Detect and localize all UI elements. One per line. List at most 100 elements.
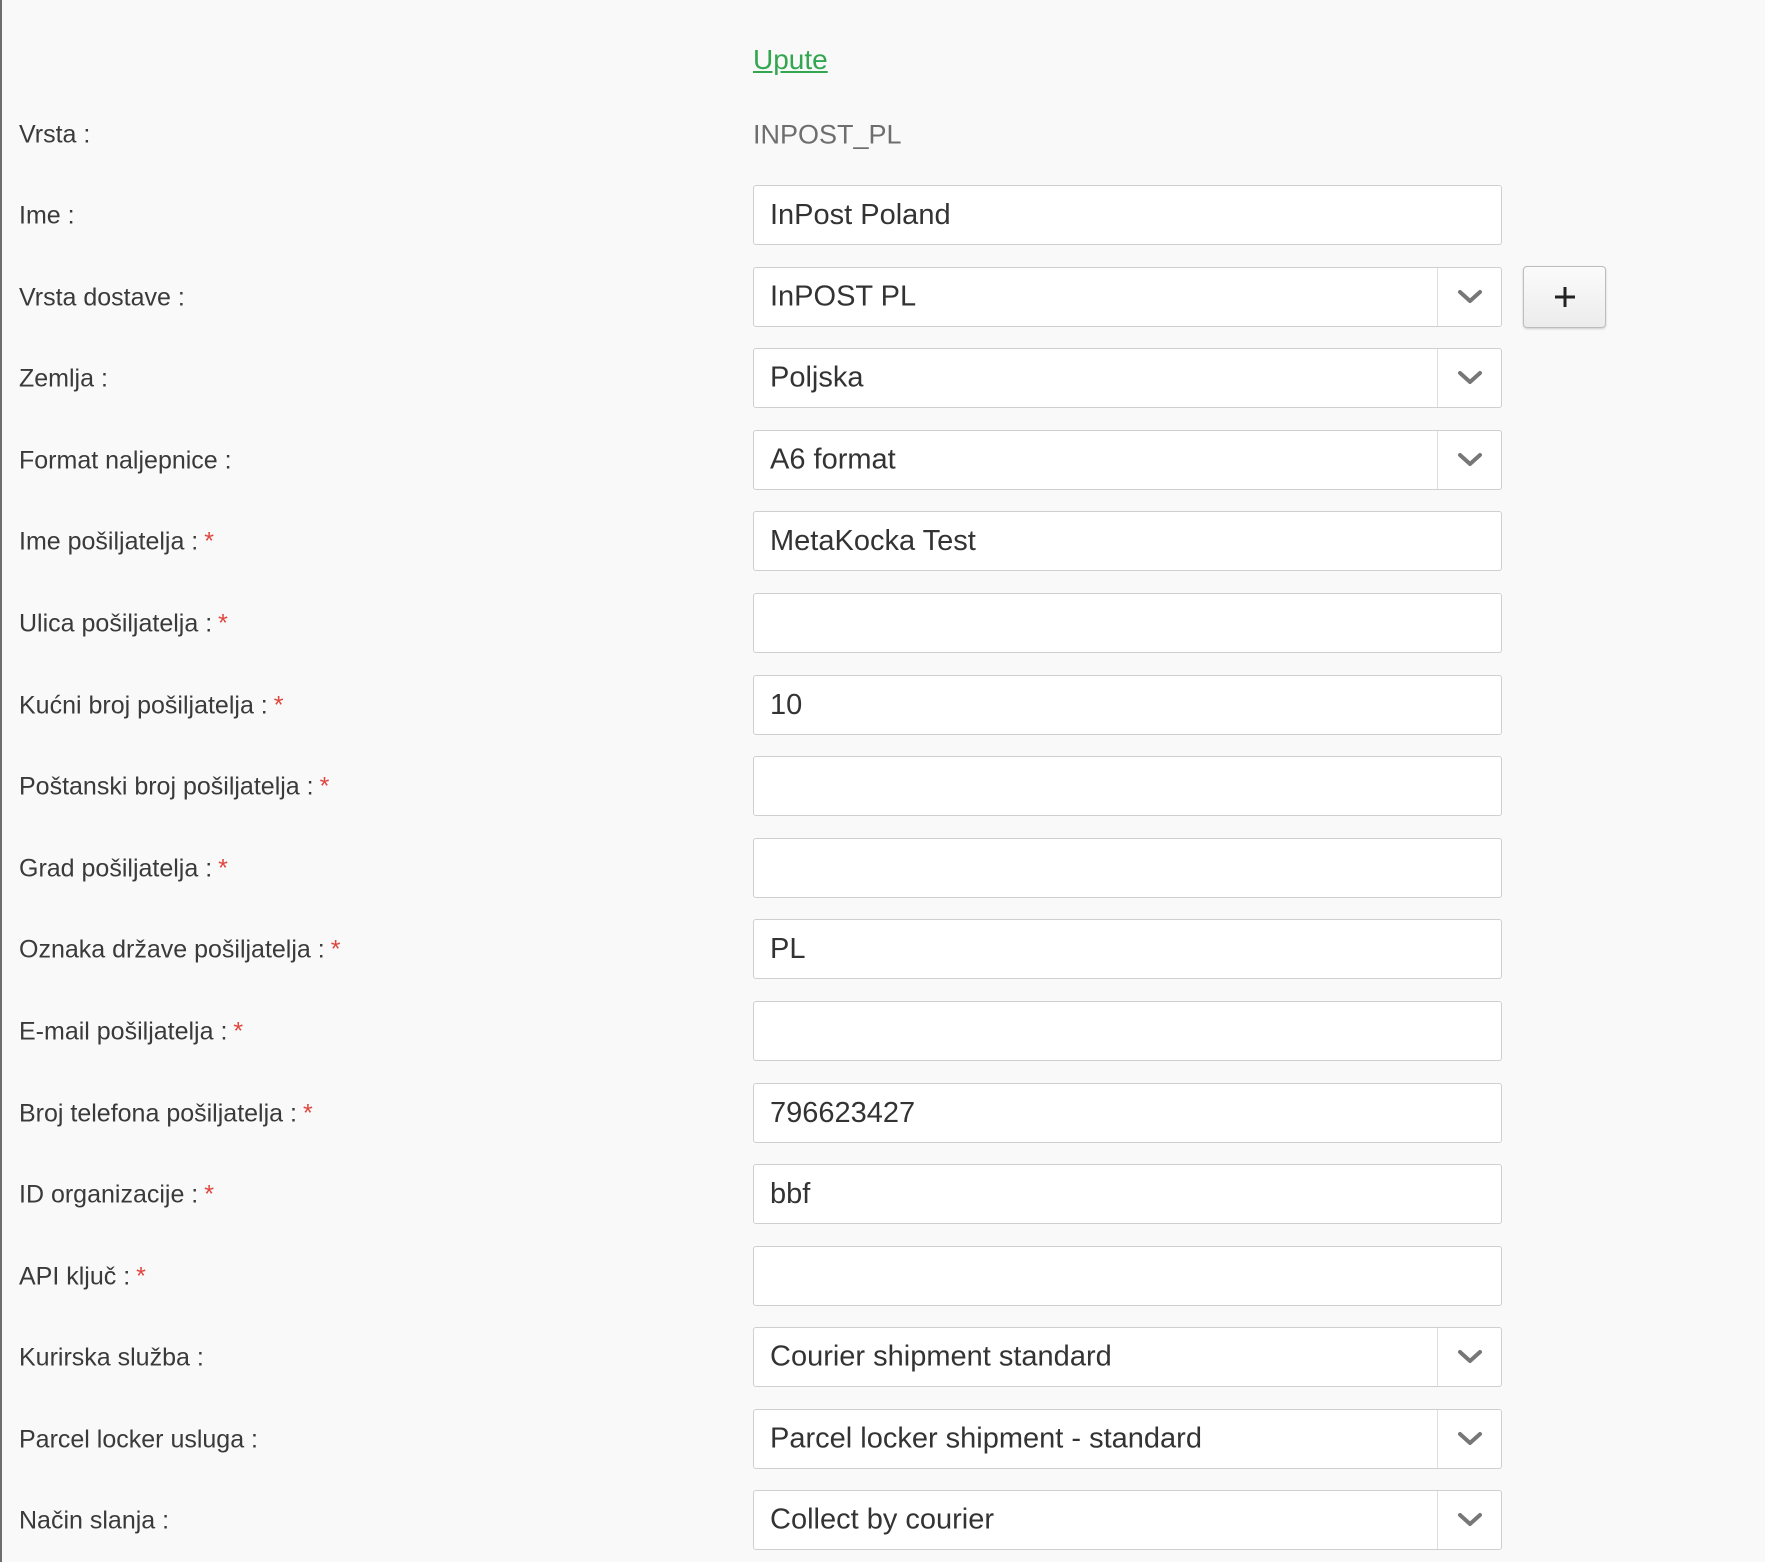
parcel-locker-dropdown-toggle[interactable]: [1437, 1410, 1501, 1468]
chevron-down-icon: [1457, 1513, 1482, 1526]
required-marker: *: [218, 609, 228, 638]
telefon-input[interactable]: [754, 1084, 1501, 1142]
vrsta-dostave-value: InPOST PL: [770, 280, 917, 313]
api-kljuc-label-text: API ključ :: [19, 1262, 131, 1291]
zemlja-select[interactable]: Poljska: [753, 348, 1502, 408]
format-naljepnice-value: A6 format: [770, 443, 896, 476]
oznaka-drzave-field-wrap: [753, 919, 1502, 979]
oznaka-drzave-label: Oznaka države pošiljatelja : *: [19, 936, 340, 965]
vrsta-dostave-select[interactable]: InPOST PL: [753, 267, 1502, 327]
id-organizacije-field-wrap: [753, 1164, 1502, 1224]
ulica-posiljatelja-label-text: Ulica pošiljatelja :: [19, 609, 213, 638]
kucni-broj-label: Kućni broj pošiljatelja : *: [19, 692, 283, 721]
oznaka-drzave-input[interactable]: [754, 920, 1501, 978]
telefon-field-wrap: [753, 1083, 1502, 1143]
required-marker: *: [273, 691, 284, 720]
ime-posiljatelja-input[interactable]: [754, 512, 1501, 570]
kurirska-sluzba-label: Kurirska služba :: [19, 1343, 204, 1372]
grad-input[interactable]: [754, 839, 1501, 897]
postanski-broj-field-wrap: [753, 756, 1502, 816]
ulica-posiljatelja-input[interactable]: [754, 594, 1501, 652]
row-postanski-broj: Poštanski broj pošiljatelja : *: [0, 756, 1765, 818]
required-marker: *: [302, 1099, 313, 1128]
zemlja-dropdown-toggle[interactable]: [1437, 349, 1501, 407]
grad-label: Grad pošiljatelja : *: [19, 855, 228, 884]
grad-label-text: Grad pošiljatelja :: [19, 854, 213, 883]
row-oznaka-drzave: Oznaka države pošiljatelja : *: [0, 919, 1765, 981]
nacin-slanja-label: Način slanja :: [19, 1506, 170, 1535]
row-parcel-locker: Parcel locker usluga : Parcel locker shi…: [0, 1409, 1765, 1471]
email-label-text: E-mail pošiljatelja :: [19, 1017, 228, 1046]
id-organizacije-label: ID organizacije : *: [19, 1181, 214, 1210]
parcel-locker-value: Parcel locker shipment - standard: [770, 1422, 1202, 1455]
format-naljepnice-select[interactable]: A6 format: [753, 430, 1502, 490]
required-marker: *: [204, 1180, 214, 1209]
format-naljepnice-dropdown-toggle[interactable]: [1437, 431, 1501, 489]
zemlja-value: Poljska: [770, 361, 864, 394]
postanski-broj-label-text: Poštanski broj pošiljatelja :: [19, 772, 314, 801]
kurirska-sluzba-select[interactable]: Courier shipment standard: [753, 1327, 1502, 1387]
chevron-down-icon: [1457, 453, 1482, 466]
chevron-down-icon: [1457, 371, 1482, 384]
ulica-posiljatelja-field-wrap: [753, 593, 1502, 653]
row-grad: Grad pošiljatelja : *: [0, 838, 1765, 900]
email-input[interactable]: [754, 1002, 1501, 1060]
chevron-down-icon: [1457, 1350, 1482, 1363]
nacin-slanja-dropdown-toggle[interactable]: [1437, 1491, 1501, 1549]
telefon-label-text: Broj telefona pošiljatelja :: [19, 1099, 297, 1128]
ulica-posiljatelja-label: Ulica pošiljatelja : *: [19, 610, 228, 639]
ime-input[interactable]: [754, 186, 1501, 244]
required-marker: *: [330, 935, 341, 964]
nacin-slanja-value: Collect by courier: [770, 1503, 995, 1536]
row-api-kljuc: API ključ : *: [0, 1246, 1765, 1308]
row-zemlja: Zemlja : Poljska: [0, 348, 1765, 410]
api-kljuc-label: API ključ : *: [19, 1263, 146, 1292]
parcel-locker-select[interactable]: Parcel locker shipment - standard: [753, 1409, 1502, 1469]
required-marker: *: [319, 772, 330, 801]
row-ime-posiljatelja: Ime pošiljatelja : *: [0, 511, 1765, 573]
vrsta-label: Vrsta :: [19, 120, 91, 149]
ime-posiljatelja-label-text: Ime pošiljatelja :: [19, 527, 199, 556]
nacin-slanja-select[interactable]: Collect by courier: [753, 1490, 1502, 1550]
vrsta-dostave-label: Vrsta dostave :: [19, 283, 185, 312]
required-marker: *: [136, 1262, 146, 1291]
add-delivery-type-button[interactable]: [1523, 266, 1606, 328]
api-kljuc-input[interactable]: [754, 1247, 1501, 1305]
postanski-broj-label: Poštanski broj pošiljatelja : *: [19, 773, 329, 802]
vrsta-dostave-dropdown-toggle[interactable]: [1437, 268, 1501, 326]
ime-field-wrap: [753, 185, 1502, 245]
row-id-organizacije: ID organizacije : *: [0, 1164, 1765, 1226]
chevron-down-icon: [1457, 1432, 1482, 1445]
row-vrsta-dostave: Vrsta dostave : InPOST PL: [0, 266, 1765, 329]
id-organizacije-input[interactable]: [754, 1165, 1501, 1223]
kurirska-sluzba-value: Courier shipment standard: [770, 1340, 1112, 1373]
oznaka-drzave-label-text: Oznaka države pošiljatelja :: [19, 935, 325, 964]
required-marker: *: [204, 527, 214, 556]
ime-posiljatelja-label: Ime pošiljatelja : *: [19, 528, 214, 557]
vrsta-value: INPOST_PL: [753, 119, 902, 150]
row-nacin-slanja: Način slanja : Collect by courier: [0, 1490, 1765, 1552]
format-naljepnice-label: Format naljepnice :: [19, 446, 232, 475]
row-ime: Ime :: [0, 185, 1765, 247]
required-marker: *: [218, 854, 228, 883]
row-kurirska-sluzba: Kurirska služba : Courier shipment stand…: [0, 1327, 1765, 1389]
zemlja-label: Zemlja :: [19, 364, 108, 393]
parcel-locker-label: Parcel locker usluga :: [19, 1425, 259, 1454]
grad-field-wrap: [753, 838, 1502, 898]
plus-icon: [1554, 287, 1575, 307]
row-ulica-posiljatelja: Ulica pošiljatelja : *: [0, 593, 1765, 655]
postanski-broj-input[interactable]: [754, 757, 1501, 815]
kucni-broj-label-text: Kućni broj pošiljatelja :: [19, 691, 268, 720]
email-label: E-mail pošiljatelja : *: [19, 1018, 243, 1047]
required-marker: *: [233, 1017, 244, 1046]
kucni-broj-input[interactable]: [754, 676, 1501, 734]
kurirska-sluzba-dropdown-toggle[interactable]: [1437, 1328, 1501, 1386]
instructions-link[interactable]: Upute: [753, 44, 828, 76]
telefon-label: Broj telefona pošiljatelja : *: [19, 1100, 313, 1129]
id-organizacije-label-text: ID organizacije :: [19, 1180, 199, 1209]
row-format-naljepnice: Format naljepnice : A6 format: [0, 430, 1765, 492]
kucni-broj-field-wrap: [753, 675, 1502, 735]
api-kljuc-field-wrap: [753, 1246, 1502, 1306]
ime-posiljatelja-field-wrap: [753, 511, 1502, 571]
chevron-down-icon: [1457, 290, 1482, 303]
